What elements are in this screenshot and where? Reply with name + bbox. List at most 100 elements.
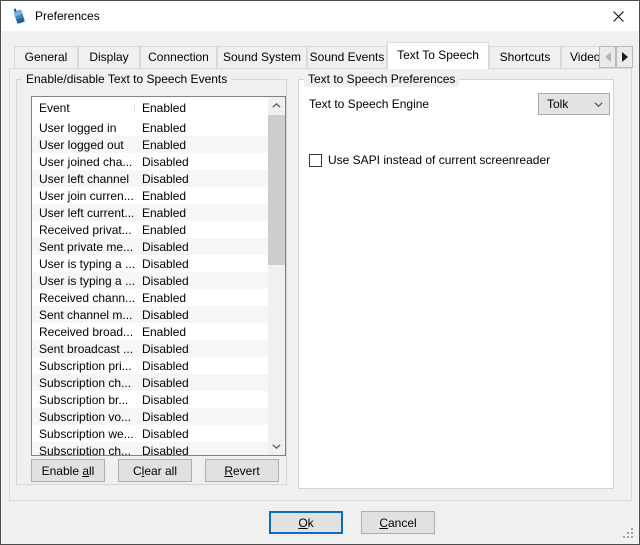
close-button[interactable] [596,1,640,31]
cancel-button[interactable]: Cancel [361,511,435,534]
tab-general[interactable]: General [14,46,78,68]
event-enabled-value: Disabled [135,410,268,424]
app-logo-icon [10,7,27,25]
event-enabled-value: Disabled [135,155,268,169]
event-enabled-value: Disabled [135,274,268,288]
event-name: User is typing a ... [32,274,135,288]
tab-connection[interactable]: Connection [140,46,217,68]
event-enabled-value: Enabled [135,189,268,203]
list-item[interactable]: Subscription ch... Disabled [32,374,268,391]
tts-events-group-title: Enable/disable Text to Speech Events [22,72,231,87]
list-item[interactable]: Subscription pri... Disabled [32,357,268,374]
list-item[interactable]: Subscription br... Disabled [32,391,268,408]
scrollbar-thumb[interactable] [268,115,285,265]
event-name: Subscription vo... [32,410,135,424]
list-item[interactable]: Sent channel m... Disabled [32,306,268,323]
close-icon [613,11,624,22]
event-name: Subscription ch... [32,376,135,390]
list-item[interactable]: Subscription vo... Disabled [32,408,268,425]
event-name: Received broad... [32,325,135,339]
clear-all-button[interactable]: Clear all [118,459,192,482]
use-sapi-checkbox-label[interactable]: Use SAPI instead of current screenreader [328,150,550,170]
event-enabled-value: Disabled [135,240,268,254]
event-name: Received chann... [32,291,135,305]
event-name: User logged out [32,138,135,152]
event-name: User logged in [32,121,135,135]
list-item[interactable]: User join curren... Enabled [32,187,268,204]
event-name: Subscription ch... [32,444,135,456]
event-name: User left current... [32,206,135,220]
event-name: Sent channel m... [32,308,135,322]
titlebar[interactable]: Preferences [1,1,639,31]
event-name: User is typing a ... [32,257,135,271]
event-enabled-value: Enabled [135,121,268,135]
tts-preferences-group-title: Text to Speech Preferences [304,72,459,87]
resize-grip[interactable] [623,528,635,540]
tab-video[interactable]: Video [561,46,601,68]
column-header-event[interactable]: Event [32,101,135,115]
tts-events-list[interactable]: Event Enabled User logged in Enabled Use… [31,96,286,456]
tts-engine-label: Text to Speech Engine [309,93,429,115]
column-header-enabled[interactable]: Enabled [135,101,268,115]
event-enabled-value: Enabled [135,206,268,220]
list-item[interactable]: User is typing a ... Disabled [32,255,268,272]
event-enabled-value: Disabled [135,342,268,356]
event-enabled-value: Disabled [135,359,268,373]
event-enabled-value: Disabled [135,172,268,186]
scroll-left-icon [605,52,611,62]
event-enabled-value: Disabled [135,376,268,390]
event-enabled-value: Enabled [135,291,268,305]
ok-button[interactable]: Ok [269,511,343,534]
list-item[interactable]: Received chann... Enabled [32,289,268,306]
list-item[interactable]: Subscription we... Disabled [32,425,268,442]
list-item[interactable]: User left channel Disabled [32,170,268,187]
dropdown-chevron-icon [594,102,609,107]
list-item[interactable]: User logged out Enabled [32,136,268,153]
tab-scroll-left-button[interactable] [599,46,616,68]
use-sapi-checkbox[interactable] [309,154,322,167]
scroll-right-icon [622,52,628,62]
list-header[interactable]: Event Enabled [32,97,268,120]
event-name: User left channel [32,172,135,186]
chevron-down-icon [272,444,281,449]
list-item[interactable]: Sent private me... Disabled [32,238,268,255]
event-enabled-value: Disabled [135,308,268,322]
preferences-dialog: Preferences General Display Connection S… [0,0,640,545]
tts-engine-dropdown[interactable]: Tolk [538,93,610,115]
event-enabled-value: Disabled [135,444,268,456]
list-item[interactable]: Subscription ch... Disabled [32,442,268,455]
event-enabled-value: Disabled [135,257,268,271]
tab-shortcuts[interactable]: Shortcuts [489,46,561,68]
event-enabled-value: Enabled [135,138,268,152]
event-name: Subscription we... [32,427,135,441]
event-name: Subscription pri... [32,359,135,373]
list-item[interactable]: User logged in Enabled [32,119,268,136]
tab-display[interactable]: Display [78,46,140,68]
tab-text-to-speech[interactable]: Text To Speech [387,42,489,69]
list-item[interactable]: User joined cha... Disabled [32,153,268,170]
event-name: Sent broadcast ... [32,342,135,356]
list-scrollbar[interactable] [268,97,285,455]
event-name: User join curren... [32,189,135,203]
scrollbar-down-button[interactable] [268,438,285,455]
list-item[interactable]: User left current... Enabled [32,204,268,221]
event-enabled-value: Disabled [135,427,268,441]
event-enabled-value: Enabled [135,325,268,339]
enable-all-button[interactable]: Enable all [31,459,105,482]
scrollbar-up-button[interactable] [268,97,285,114]
event-list-rows: User logged in Enabled User logged out E… [32,119,268,455]
tab-sound-system[interactable]: Sound System [217,46,307,68]
tts-preferences-groupbox: Text to Speech Preferences [298,79,614,489]
revert-button[interactable]: Revert [205,459,279,482]
event-name: Sent private me... [32,240,135,254]
list-item[interactable]: User is typing a ... Disabled [32,272,268,289]
list-item[interactable]: Received privat... Enabled [32,221,268,238]
list-item[interactable]: Received broad... Enabled [32,323,268,340]
event-enabled-value: Disabled [135,393,268,407]
event-name: Received privat... [32,223,135,237]
chevron-up-icon [272,103,281,108]
tab-sound-events[interactable]: Sound Events [307,46,387,68]
tab-scroll-right-button[interactable] [616,46,633,68]
tts-engine-selected-value: Tolk [539,97,594,111]
list-item[interactable]: Sent broadcast ... Disabled [32,340,268,357]
